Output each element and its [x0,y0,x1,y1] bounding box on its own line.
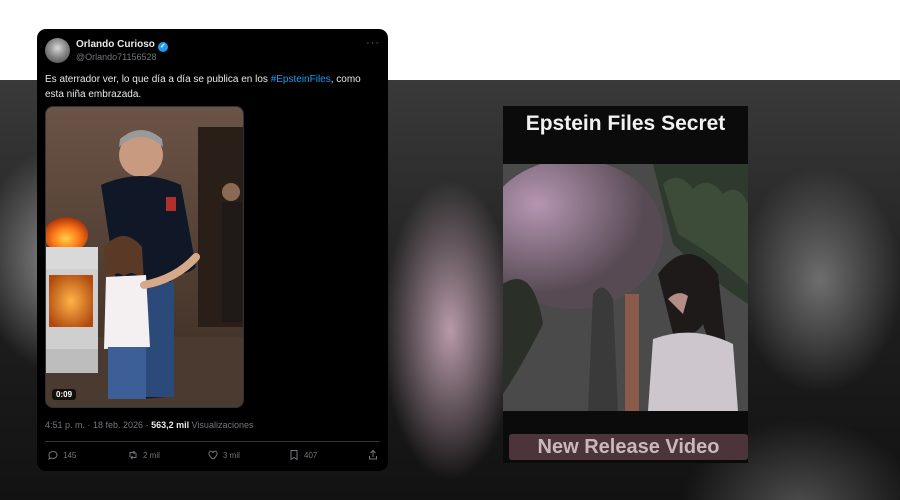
tweet-actions: 145 2 mil 3 mil 407 [45,449,380,465]
video-thumbnail [46,107,243,407]
author-name[interactable]: Orlando Curioso ✓ [76,39,168,52]
divider [45,441,380,442]
bookmark-button[interactable]: 407 [288,449,317,461]
reply-button[interactable]: 145 [47,449,76,461]
like-button[interactable]: 3 mil [207,449,240,461]
tweet-header: Orlando Curioso ✓ @Orlando71156528 ··· [45,37,380,65]
repost-count: 2 mil [143,450,160,460]
verified-badge-icon: ✓ [157,42,168,52]
more-options-icon[interactable]: ··· [366,37,380,49]
share-button[interactable] [367,449,379,461]
tweet-timestamp[interactable]: 4:51 p. m. · 18 feb. 2026 · [45,420,151,430]
video-title: Epstein Files Secret [525,112,726,135]
video-duration: 0:09 [52,389,77,400]
bookmark-icon [290,450,298,461]
tweet-video[interactable]: 0:09 [45,106,244,408]
like-count: 3 mil [223,450,240,460]
hashtag-link[interactable]: #EpsteinFiles [271,74,331,85]
reply-count: 145 [63,450,77,460]
tweet-meta: 4:51 p. m. · 18 feb. 2026 · 563,2 mil Vi… [45,420,253,430]
views-count: 563,2 mil [151,420,190,430]
reply-icon [48,450,58,460]
tweet-text-part: Es aterrador ver, lo que día a día se pu… [45,74,271,85]
repost-button[interactable]: 2 mil [127,449,160,461]
video-still-image [503,164,748,411]
views-label: Visualizaciones [189,420,254,430]
video-frame-panel: Epstein Files Secret New Release Video [503,106,748,463]
screenshot-canvas: Orlando Curioso ✓ @Orlando71156528 ··· Es… [0,0,900,500]
tweet-card[interactable]: Orlando Curioso ✓ @Orlando71156528 ··· Es… [37,29,388,471]
like-icon [208,450,218,460]
repost-icon [129,450,137,460]
video-banner: New Release Video [509,434,748,460]
bookmark-count: 407 [304,450,318,460]
author-handle[interactable]: @Orlando71156528 [76,52,157,62]
avatar[interactable] [45,38,70,63]
tweet-text: Es aterrador ver, lo que día a día se pu… [45,72,380,102]
author-name-text: Orlando Curioso [76,39,155,50]
share-icon [369,449,377,460]
